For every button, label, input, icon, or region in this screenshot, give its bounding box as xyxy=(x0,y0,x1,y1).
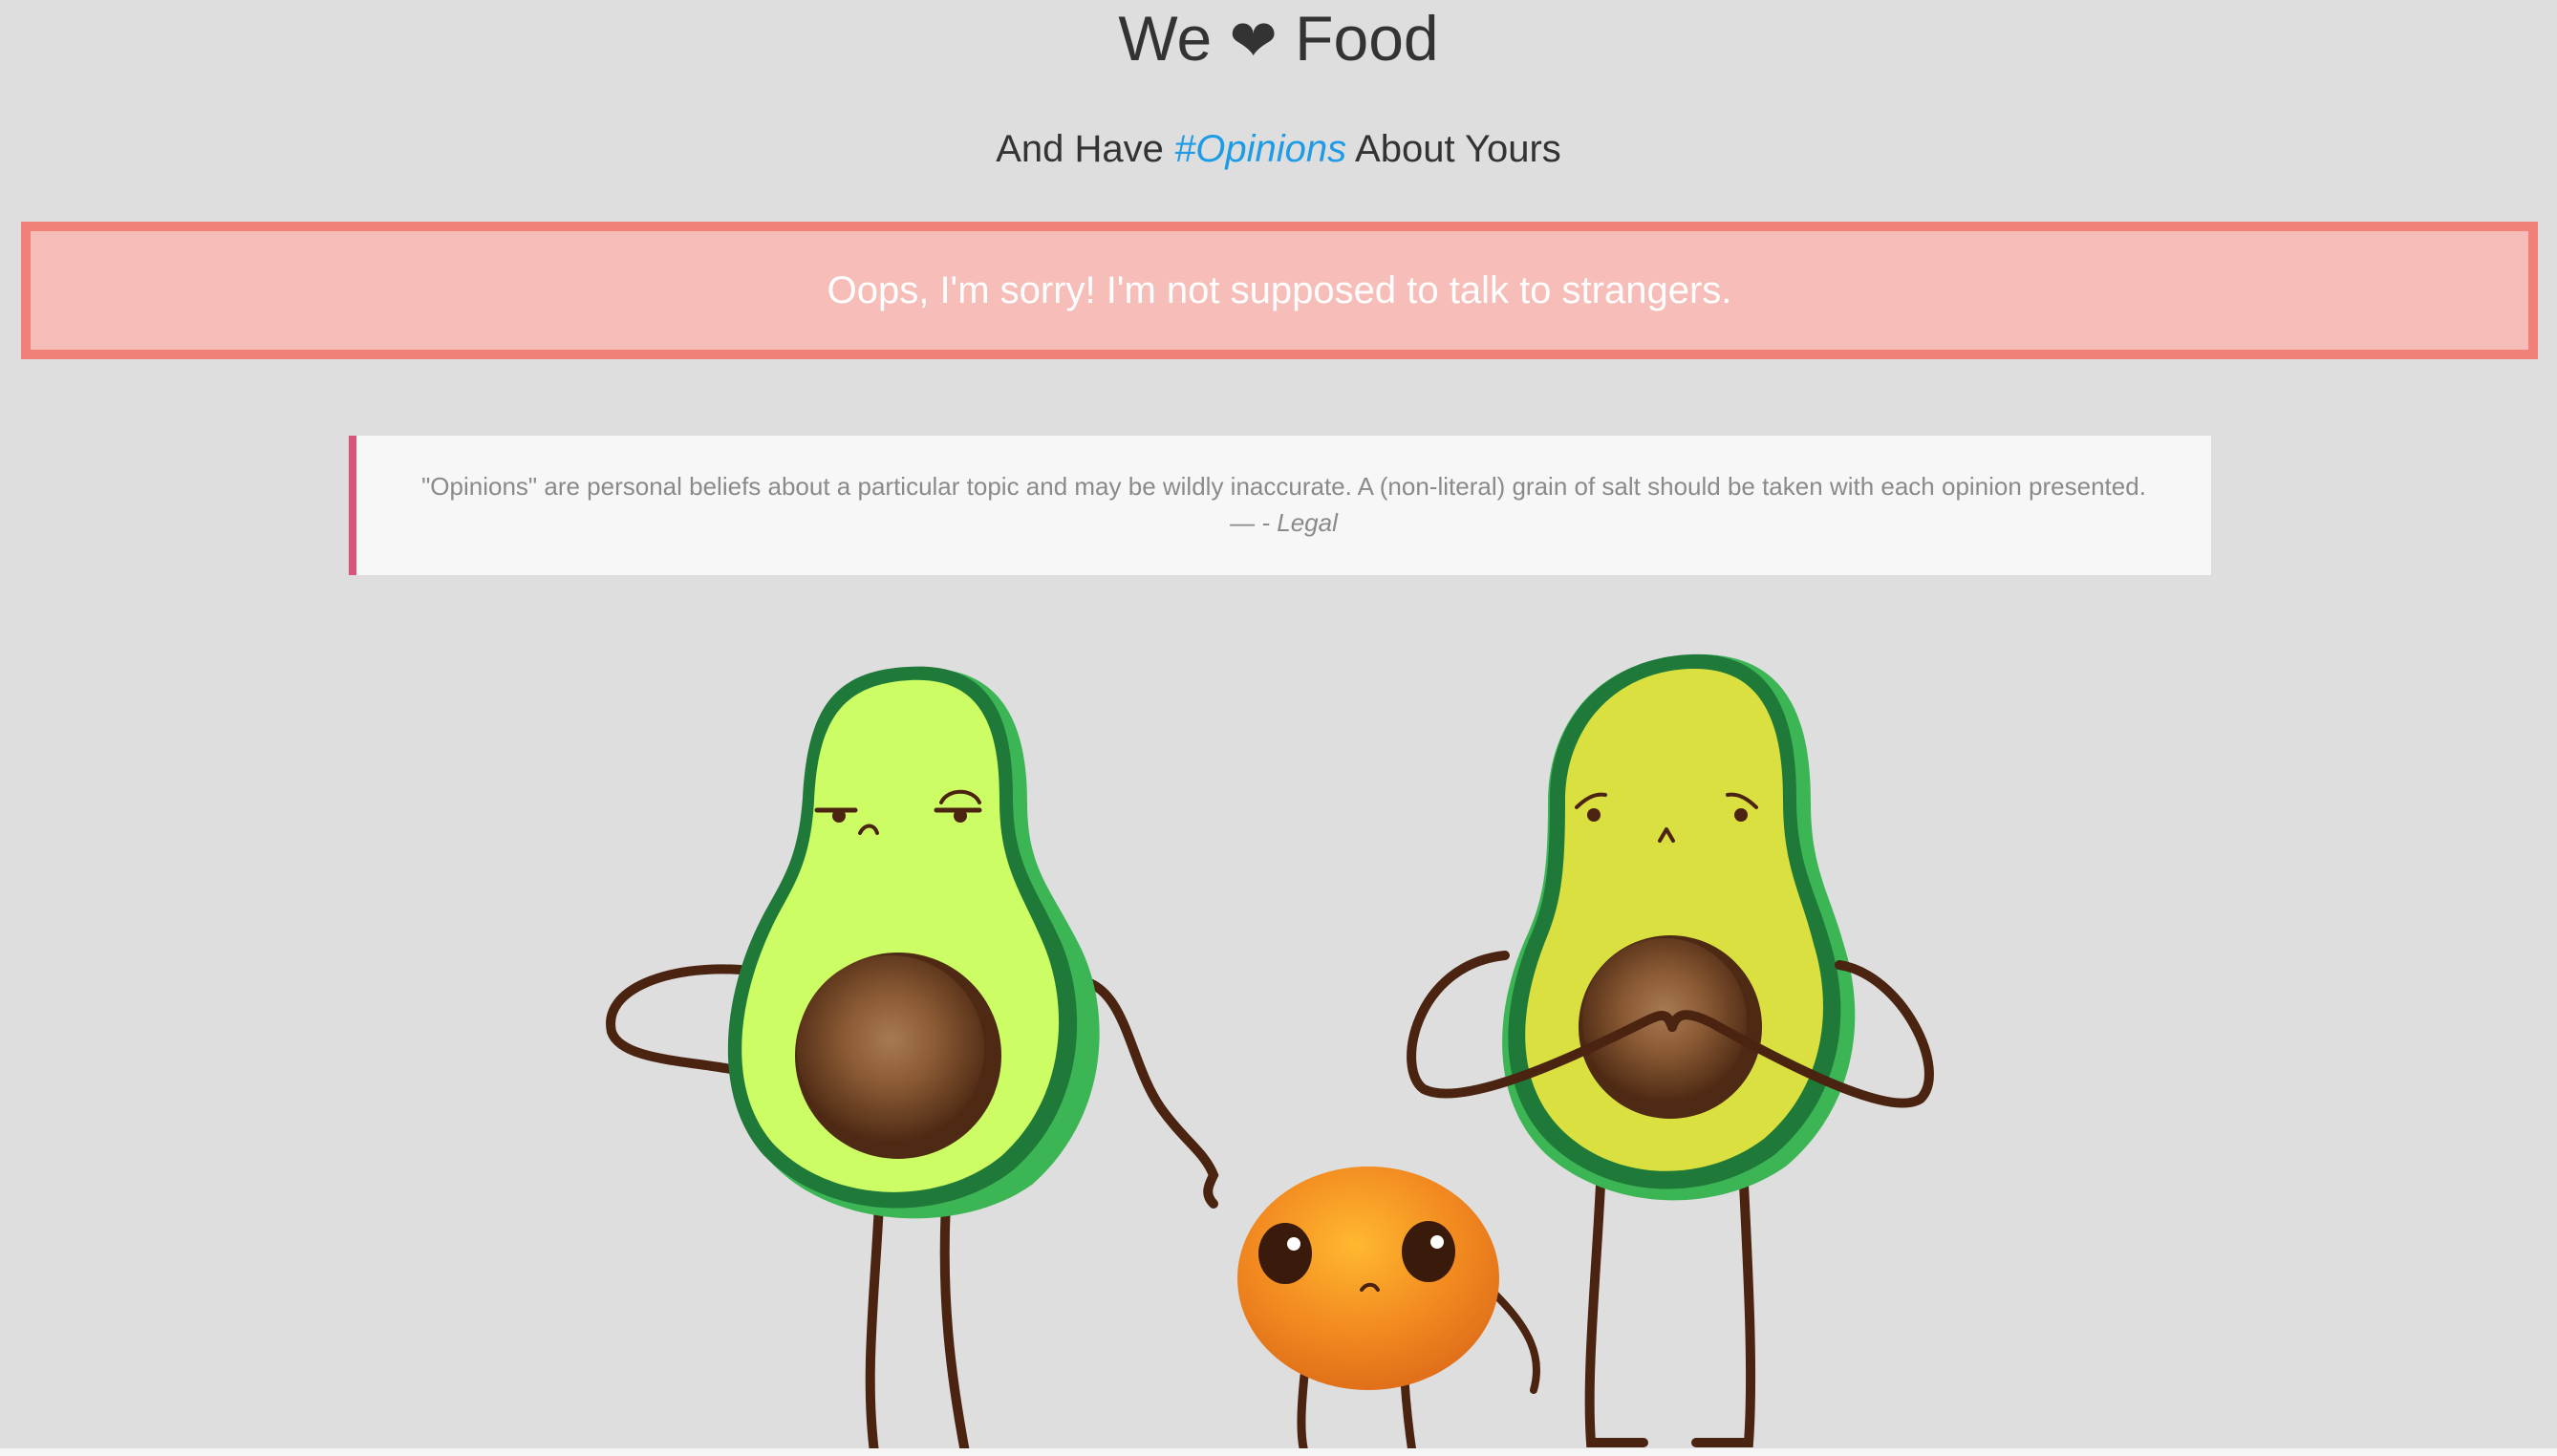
orange-child xyxy=(1237,1167,1541,1452)
worried-avocado xyxy=(1407,653,1934,1447)
title-suffix: Food xyxy=(1295,3,1439,74)
alert-message: Oops, I'm sorry! I'm not supposed to tal… xyxy=(827,268,1732,311)
quote-source: — - Legal xyxy=(356,504,2211,541)
quote-text: "Opinions" are personal beliefs about a … xyxy=(421,472,2146,501)
bottom-edge xyxy=(0,1448,2557,1456)
angry-avocado xyxy=(606,666,1219,1452)
title-prefix: We xyxy=(1118,3,1213,74)
subtitle-before: And Have xyxy=(996,128,1174,170)
disclaimer-quote: "Opinions" are personal beliefs about a … xyxy=(349,436,2211,575)
avocado-family-illustration xyxy=(606,653,1934,1452)
subtitle: And Have #Opinions About Yours xyxy=(0,120,2557,178)
quote-dash: — xyxy=(1230,508,1262,537)
subtitle-after: About Yours xyxy=(1346,128,1561,170)
page: We ❤ Food And Have #Opinions About Yours… xyxy=(0,0,2557,1456)
heart-icon: ❤ xyxy=(1229,9,1278,73)
page-title: We ❤ Food xyxy=(0,0,2557,79)
error-alert: Oops, I'm sorry! I'm not supposed to tal… xyxy=(21,222,2538,359)
quote-source-name: - Legal xyxy=(1261,508,1338,537)
opinions-hashtag-link[interactable]: #Opinions xyxy=(1174,128,1346,170)
